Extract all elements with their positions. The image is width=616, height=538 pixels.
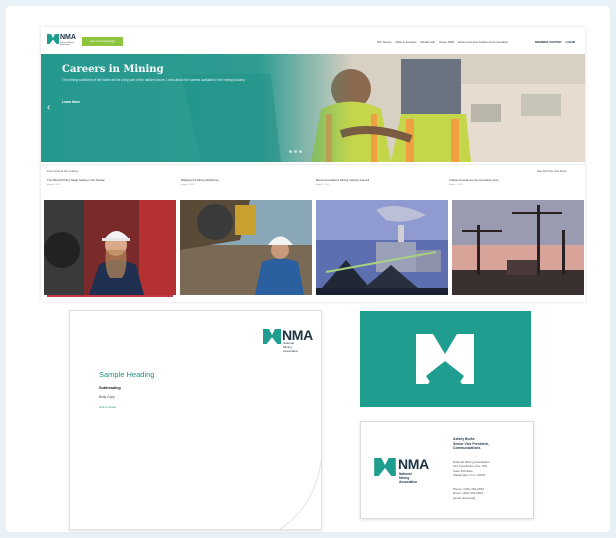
letterhead-logo-subtext: National Mining Association xyxy=(283,341,299,353)
news-heading: From Around the Industry xyxy=(47,169,79,173)
letterhead-sample: NMA National Mining Association Sample H… xyxy=(69,310,322,530)
nav-item-environment[interactable]: Environmental Justice and Innovation xyxy=(458,40,508,44)
nav-item-media[interactable]: Media Hub xyxy=(421,40,436,44)
brand-mark-tile xyxy=(360,311,531,407)
news-title: The Mineral Policy Stage Setting in the … xyxy=(47,178,105,182)
card-logo-text: NMA xyxy=(398,456,429,472)
card-name-title: Ashley Burke Senior Vice President, Comm… xyxy=(453,437,489,451)
sample-link[interactable]: Link to footer xyxy=(99,405,116,409)
website-mockup: NMA National Mining Association Join the… xyxy=(41,27,585,302)
nav-item-issues[interactable]: Our Issues xyxy=(377,40,392,44)
hero-learn-more-link[interactable]: Learn More xyxy=(62,100,80,104)
news-title: Critical minerals are the innovation sto… xyxy=(449,178,499,182)
news-date: August 2, 2022 xyxy=(316,184,330,186)
photo-grid xyxy=(44,200,584,295)
news-item[interactable]: Recommendations Mining Industry Council … xyxy=(316,178,426,186)
photo-tile-processing-plant[interactable] xyxy=(316,200,448,295)
news-title: Recommendations Mining Industry Council xyxy=(316,178,370,182)
hero-body: The mining workforce of the future will … xyxy=(62,78,246,82)
join-campaign-button[interactable]: Join the Campaign xyxy=(82,37,123,46)
hero-title: Careers in Mining xyxy=(62,64,164,75)
news-item[interactable]: Mapping the Mining Workforce August 3, 2… xyxy=(181,178,291,186)
site-logo-text: NMA xyxy=(60,34,76,41)
login-link[interactable]: LOGIN xyxy=(566,40,576,44)
news-strip: From Around the Industry See All Posts a… xyxy=(41,164,585,201)
photo-tile-excavator[interactable] xyxy=(180,200,312,295)
primary-nav: Our Issues Data & Analysis Media Hub Abo… xyxy=(377,40,508,44)
card-logo-subtext: National Mining Association xyxy=(399,472,418,485)
nav-item-data[interactable]: Data & Analysis xyxy=(396,40,417,44)
accent-bar xyxy=(47,295,173,297)
site-logo-subtext: National Mining Association xyxy=(60,42,74,46)
carousel-dots[interactable] xyxy=(289,150,302,153)
news-item[interactable]: The Mineral Policy Stage Setting in the … xyxy=(47,178,157,186)
photo-tile-worker-hardhat[interactable] xyxy=(44,200,176,295)
card-contact: Phone: (202) 463-2600 Direct: (202) 463-… xyxy=(453,487,484,500)
business-card: NMA National Mining Association Ashley B… xyxy=(360,421,534,519)
news-date: August 5, 2022 xyxy=(47,184,61,186)
nav-item-about[interactable]: About NMA xyxy=(439,40,454,44)
member-center-link[interactable]: MEMBER CENTER xyxy=(535,40,562,44)
sample-body-copy: Body Copy xyxy=(99,395,115,399)
news-date: August 3, 2022 xyxy=(181,184,195,186)
nma-m-logo-icon xyxy=(416,334,474,384)
sample-heading: Sample Heading xyxy=(99,370,155,379)
news-date: August 1, 2022 xyxy=(449,184,463,186)
photo-tile-construction-cranes[interactable] xyxy=(452,200,584,295)
hero-carousel: ‹ Careers in Mining The mining workforce… xyxy=(41,54,585,162)
news-title: Mapping the Mining Workforce xyxy=(181,178,219,182)
nma-logo-icon xyxy=(47,34,59,44)
nma-logo-icon xyxy=(374,458,396,476)
news-item[interactable]: Critical minerals are the innovation sto… xyxy=(449,178,559,186)
site-header: NMA National Mining Association Join the… xyxy=(41,27,585,54)
nma-logo-icon xyxy=(263,329,281,344)
card-address: National Mining Association 101 Constitu… xyxy=(453,460,490,478)
carousel-prev-icon[interactable]: ‹ xyxy=(47,103,50,113)
sample-subheading: Subheading xyxy=(99,386,121,390)
utility-nav: MEMBER CENTER LOGIN xyxy=(535,40,575,44)
view-all-news-link[interactable]: See All Posts and Press xyxy=(537,169,567,173)
